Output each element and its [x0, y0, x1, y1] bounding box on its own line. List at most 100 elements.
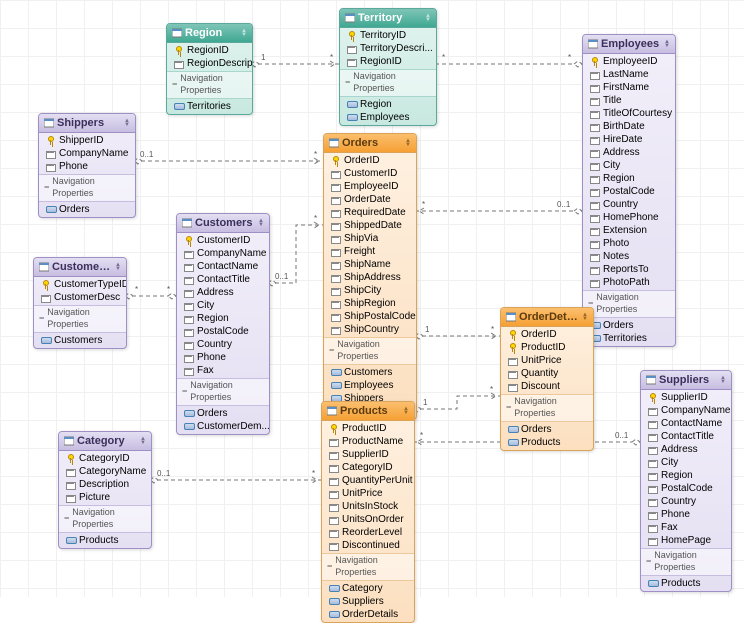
property-Quantity[interactable]: Quantity — [501, 367, 593, 380]
nav-Orders[interactable]: Orders — [39, 203, 135, 216]
entity-header[interactable]: Territory▲▼ — [340, 9, 436, 28]
property-CustomerDesc[interactable]: CustomerDesc — [34, 291, 126, 304]
nav-Customers[interactable]: Customers — [324, 366, 416, 379]
property-OrderID[interactable]: OrderID — [501, 328, 593, 341]
property-Country[interactable]: Country — [641, 495, 731, 508]
collapse-icon[interactable]: ▲▼ — [115, 263, 121, 271]
property-PostalCode[interactable]: PostalCode — [583, 185, 675, 198]
property-Country[interactable]: Country — [177, 338, 269, 351]
collapse-icon[interactable]: ▲▼ — [124, 119, 130, 127]
nav-properties-header[interactable]: Navigation Properties — [322, 553, 414, 580]
property-Region[interactable]: Region — [641, 469, 731, 482]
property-Discontinued[interactable]: Discontinued — [322, 539, 414, 552]
nav-properties-header[interactable]: Navigation Properties — [641, 548, 731, 575]
property-LastName[interactable]: LastName — [583, 68, 675, 81]
entity-suppliers[interactable]: Suppliers▲▼SupplierIDCompanyNameContactN… — [640, 370, 732, 592]
nav-Territories[interactable]: Territories — [167, 100, 252, 113]
nav-properties-header[interactable]: Navigation Properties — [501, 394, 593, 421]
property-ProductID[interactable]: ProductID — [501, 341, 593, 354]
property-SupplierID[interactable]: SupplierID — [322, 448, 414, 461]
property-Address[interactable]: Address — [583, 146, 675, 159]
property-Region[interactable]: Region — [177, 312, 269, 325]
nav-Customers[interactable]: Customers — [34, 334, 126, 347]
collapse-icon[interactable]: ▲▼ — [140, 437, 146, 445]
nav-Region[interactable]: Region — [340, 98, 436, 111]
property-Address[interactable]: Address — [177, 286, 269, 299]
property-ShipCountry[interactable]: ShipCountry — [324, 323, 416, 336]
collapse-icon[interactable]: ▲▼ — [405, 139, 411, 147]
entity-header[interactable]: OrderDetails▲▼ — [501, 308, 593, 327]
property-SupplierID[interactable]: SupplierID — [641, 391, 731, 404]
property-ContactName[interactable]: ContactName — [177, 260, 269, 273]
property-HomePhone[interactable]: HomePhone — [583, 211, 675, 224]
collapse-icon[interactable]: ▲▼ — [241, 29, 247, 37]
nav-Territories[interactable]: Territories — [583, 332, 675, 345]
nav-properties-header[interactable]: Navigation Properties — [59, 505, 151, 532]
property-CustomerID[interactable]: CustomerID — [177, 234, 269, 247]
property-UnitsInStock[interactable]: UnitsInStock — [322, 500, 414, 513]
collapse-icon[interactable]: ▲▼ — [403, 407, 409, 415]
entity-territory[interactable]: Territory▲▼TerritoryIDTerritoryDescri...… — [339, 8, 437, 126]
property-CompanyName[interactable]: CompanyName — [641, 404, 731, 417]
property-CompanyName[interactable]: CompanyName — [177, 247, 269, 260]
property-City[interactable]: City — [177, 299, 269, 312]
entity-header[interactable]: CustomerD...▲▼ — [34, 258, 126, 277]
entity-header[interactable]: Category▲▼ — [59, 432, 151, 451]
property-CustomerID[interactable]: CustomerID — [324, 167, 416, 180]
nav-Employees[interactable]: Employees — [340, 111, 436, 124]
nav-properties-header[interactable]: Navigation Properties — [39, 174, 135, 201]
property-Description[interactable]: Description — [59, 478, 151, 491]
property-FirstName[interactable]: FirstName — [583, 81, 675, 94]
property-ReportsTo[interactable]: ReportsTo — [583, 263, 675, 276]
property-Phone[interactable]: Phone — [641, 508, 731, 521]
property-BirthDate[interactable]: BirthDate — [583, 120, 675, 133]
entity-region[interactable]: Region▲▼RegionIDRegionDescript...Navigat… — [166, 23, 253, 115]
property-RegionID[interactable]: RegionID — [340, 55, 436, 68]
collapse-icon[interactable]: ▲▼ — [258, 219, 264, 227]
property-Freight[interactable]: Freight — [324, 245, 416, 258]
nav-properties-header[interactable]: Navigation Properties — [340, 69, 436, 96]
property-RegionDescript...[interactable]: RegionDescript... — [167, 57, 252, 70]
nav-Orders[interactable]: Orders — [501, 423, 593, 436]
property-OrderID[interactable]: OrderID — [324, 154, 416, 167]
property-ContactTitle[interactable]: ContactTitle — [641, 430, 731, 443]
entity-orderdetails[interactable]: OrderDetails▲▼OrderIDProductIDUnitPriceQ… — [500, 307, 594, 451]
property-EmployeeID[interactable]: EmployeeID — [324, 180, 416, 193]
property-EmployeeID[interactable]: EmployeeID — [583, 55, 675, 68]
entity-category[interactable]: Category▲▼CategoryIDCategoryNameDescript… — [58, 431, 152, 549]
property-HomePage[interactable]: HomePage — [641, 534, 731, 547]
property-Notes[interactable]: Notes — [583, 250, 675, 263]
entity-header[interactable]: Products▲▼ — [322, 402, 414, 421]
collapse-icon[interactable]: ▲▼ — [425, 14, 431, 22]
entity-header[interactable]: Shippers▲▼ — [39, 114, 135, 133]
property-ShipAddress[interactable]: ShipAddress — [324, 271, 416, 284]
entity-header[interactable]: Employees▲▼ — [583, 35, 675, 54]
property-TerritoryDescri...[interactable]: TerritoryDescri... — [340, 42, 436, 55]
property-ProductID[interactable]: ProductID — [322, 422, 414, 435]
property-UnitsOnOrder[interactable]: UnitsOnOrder — [322, 513, 414, 526]
property-CustomerTypeID[interactable]: CustomerTypeID — [34, 278, 126, 291]
property-Extension[interactable]: Extension — [583, 224, 675, 237]
nav-Orders[interactable]: Orders — [583, 319, 675, 332]
entity-header[interactable]: Region▲▼ — [167, 24, 252, 43]
property-ShippedDate[interactable]: ShippedDate — [324, 219, 416, 232]
property-Country[interactable]: Country — [583, 198, 675, 211]
property-ShipVia[interactable]: ShipVia — [324, 232, 416, 245]
nav-Products[interactable]: Products — [641, 577, 731, 590]
property-ProductName[interactable]: ProductName — [322, 435, 414, 448]
entity-header[interactable]: Suppliers▲▼ — [641, 371, 731, 390]
property-HireDate[interactable]: HireDate — [583, 133, 675, 146]
property-ShipCity[interactable]: ShipCity — [324, 284, 416, 297]
entity-customers[interactable]: Customers▲▼CustomerIDCompanyNameContactN… — [176, 213, 270, 435]
property-City[interactable]: City — [641, 456, 731, 469]
property-Phone[interactable]: Phone — [177, 351, 269, 364]
property-TitleOfCourtesy[interactable]: TitleOfCourtesy — [583, 107, 675, 120]
collapse-icon[interactable]: ▲▼ — [582, 313, 588, 321]
nav-properties-header[interactable]: Navigation Properties — [324, 337, 416, 364]
collapse-icon[interactable]: ▲▼ — [720, 376, 726, 384]
property-UnitPrice[interactable]: UnitPrice — [501, 354, 593, 367]
property-CompanyName[interactable]: CompanyName — [39, 147, 135, 160]
property-Phone[interactable]: Phone — [39, 160, 135, 173]
property-OrderDate[interactable]: OrderDate — [324, 193, 416, 206]
nav-CustomerDem...[interactable]: CustomerDem... — [177, 420, 269, 433]
